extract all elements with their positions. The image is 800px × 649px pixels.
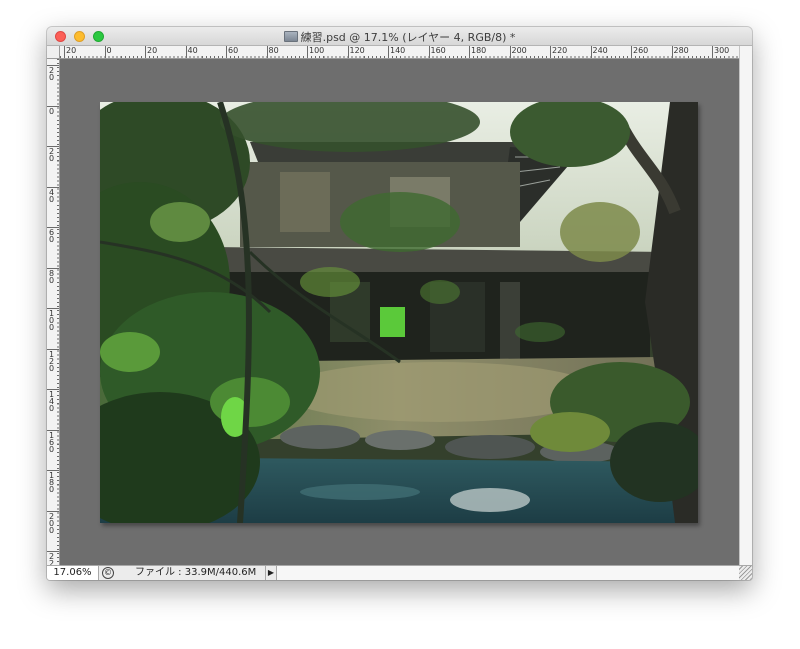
ruler-h-label: 220 (552, 46, 568, 55)
ruler-h-tick (185, 46, 187, 58)
document-icon (283, 31, 298, 42)
ruler-h-tick (671, 46, 673, 58)
ruler-v-label: 40 (48, 187, 55, 204)
ruler-v-label: 140 (48, 390, 55, 413)
ruler-h-tick (226, 46, 227, 58)
zoom-level-field[interactable]: 17.06% (47, 566, 99, 580)
file-size-info: ファイル : 33.9M/440.6M (135, 567, 257, 578)
ruler-v-label: 20 (48, 66, 55, 82)
ruler-h-tick (64, 46, 65, 58)
ruler-v-label: 60 (48, 228, 55, 244)
status-bar: 17.06% © ファイル : 33.9M/440.6M ▶ (47, 565, 752, 580)
ruler-h-label: 0 (106, 46, 112, 55)
painting (100, 102, 698, 523)
ruler-h-tick (307, 46, 308, 58)
ruler-h-label: 200 (511, 46, 527, 55)
ruler-v-label: 200 (48, 511, 55, 535)
status-menu-arrow[interactable]: ▶ (265, 566, 277, 580)
ruler-h-label: 100 (309, 46, 325, 55)
document-profile-icon[interactable]: © (102, 567, 114, 579)
vertical-ruler[interactable]: 20020406080100120140160180200220 (47, 59, 60, 565)
ruler-h-tick (145, 46, 146, 58)
ruler-h-tick (469, 46, 470, 58)
ruler-v-label: 160 (48, 430, 55, 454)
ruler-h-tick (509, 46, 511, 58)
artwork-canvas[interactable] (100, 102, 698, 523)
ruler-h-tick (347, 46, 349, 58)
ruler-h-tick (631, 46, 632, 58)
ruler-h-label: 60 (228, 46, 239, 55)
ruler-h-tick (388, 46, 389, 58)
ruler-h-tick (428, 46, 430, 58)
horizontal-scrollbar[interactable] (277, 566, 739, 580)
ruler-origin[interactable] (47, 46, 60, 59)
ruler-v-label: 80 (48, 268, 55, 285)
ruler-h-tick (590, 46, 592, 58)
window-title-area: 練習.psd @ 17.1% (レイヤー 4, RGB/8) * (47, 29, 752, 45)
ruler-h-label: 140 (390, 46, 406, 55)
ruler-h-tick (550, 46, 551, 58)
ruler-h-tick (712, 46, 713, 58)
ruler-h-label: 20 (66, 46, 77, 55)
vertical-scrollbar[interactable] (739, 46, 752, 565)
ruler-h-label: 120 (349, 46, 365, 55)
horizontal-ruler[interactable]: 20 0 20 40 60 80 100 120 140 160 180 200 220 240 260 28… (60, 46, 739, 59)
ruler-h-label: 40 (187, 46, 198, 55)
ruler-h-tick (266, 46, 268, 58)
ruler-v-label: 120 (48, 349, 55, 373)
ruler-v-label: 20 (48, 147, 55, 163)
ruler-v-label: 220 (48, 552, 55, 566)
ruler-h-tick (104, 46, 106, 58)
ruler-v-label: 180 (48, 471, 55, 494)
ruler-h-label: 260 (633, 46, 649, 55)
resize-grip[interactable] (739, 566, 752, 580)
ruler-v-label: 0 (48, 106, 55, 116)
ruler-v-label: 100 (48, 309, 55, 332)
canvas-area[interactable] (60, 59, 739, 565)
title-bar[interactable]: 練習.psd @ 17.1% (レイヤー 4, RGB/8) * (47, 27, 752, 46)
ruler-h-label: 240 (592, 46, 608, 55)
ruler-h-label: 280 (673, 46, 689, 55)
ruler-h-label: 300 (714, 46, 730, 55)
ruler-h-label: 80 (268, 46, 279, 55)
document-window: 練習.psd @ 17.1% (レイヤー 4, RGB/8) * 20 0 20 40… (47, 27, 752, 580)
ruler-h-label: 180 (471, 46, 487, 55)
ruler-h-label: 160 (430, 46, 446, 55)
window-title: 練習.psd @ 17.1% (レイヤー 4, RGB/8) * (300, 31, 516, 44)
ruler-h-label: 20 (147, 46, 158, 55)
